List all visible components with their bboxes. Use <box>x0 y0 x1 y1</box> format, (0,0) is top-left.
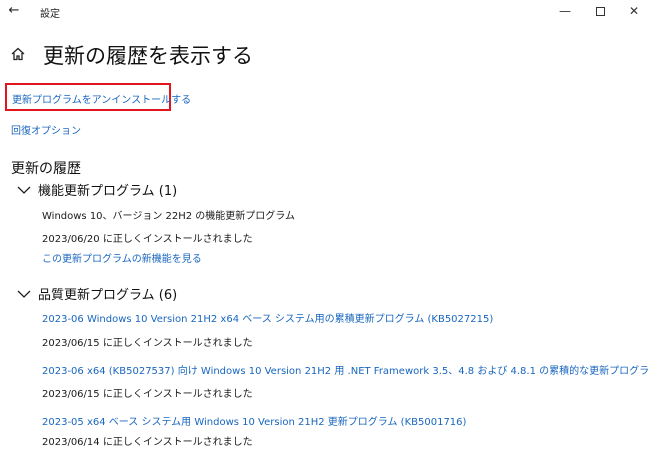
quality-update-title-2[interactable]: 2023-06 x64 (KB5027537) 向け Windows 10 Ve… <box>42 362 648 377</box>
uninstall-updates-link[interactable]: 更新プログラムをアンインストールする <box>12 91 191 106</box>
uninstall-link-highlight: 更新プログラムをアンインストールする <box>5 83 191 111</box>
minimize-icon[interactable]: — <box>555 2 575 20</box>
quality-update-status-1: 2023/06/15 に正しくインストールされました <box>42 338 253 349</box>
window-title: 設定 <box>40 9 60 20</box>
update-history-heading: 更新の履歴 <box>11 161 81 177</box>
feature-updates-header[interactable]: 機能更新プログラム (1) <box>38 180 177 199</box>
chevron-down-icon[interactable] <box>16 286 32 302</box>
chevron-down-icon[interactable] <box>16 182 32 198</box>
quality-updates-header[interactable]: 品質更新プログラム (6) <box>38 284 177 303</box>
feature-update-title: Windows 10、バージョン 22H2 の機能更新プログラム <box>42 211 296 222</box>
close-icon[interactable]: ✕ <box>624 2 644 20</box>
quality-update-title-3[interactable]: 2023-05 x64 ベース システム用 Windows 10 Version… <box>42 413 466 428</box>
home-icon[interactable] <box>10 46 26 62</box>
recovery-options-link[interactable]: 回復オプション <box>11 122 81 137</box>
quality-update-status-3: 2023/06/14 に正しくインストールされました <box>42 437 253 448</box>
back-arrow-icon[interactable]: ← <box>6 3 22 19</box>
page-title: 更新の履歴を表示する <box>43 44 253 68</box>
quality-update-title-1[interactable]: 2023-06 Windows 10 Version 21H2 x64 ベース … <box>42 310 493 325</box>
quality-update-status-2: 2023/06/15 に正しくインストールされました <box>42 389 253 400</box>
whats-new-link[interactable]: この更新プログラムの新機能を見る <box>42 250 202 265</box>
feature-update-status: 2023/06/20 に正しくインストールされました <box>42 234 253 245</box>
maximize-icon[interactable] <box>590 2 610 20</box>
title-bar: ← 設定 — ✕ <box>0 0 648 24</box>
